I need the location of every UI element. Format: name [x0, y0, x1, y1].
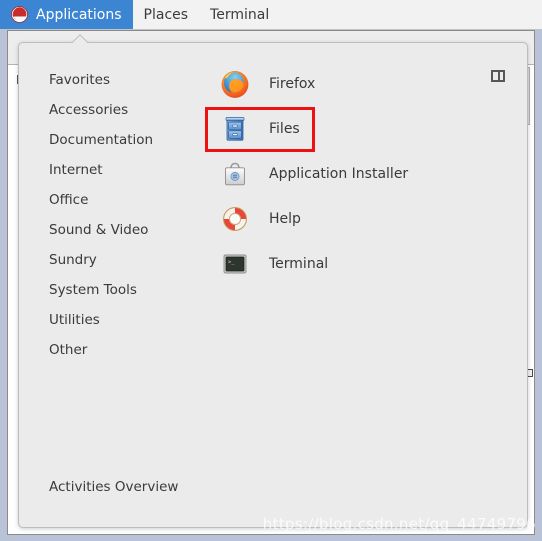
- application-item-firefox-label: Firefox: [269, 75, 316, 92]
- category-item-sound-and-video[interactable]: Sound & Video: [19, 215, 204, 245]
- application-item-terminal-label: Terminal: [269, 255, 329, 272]
- application-item-application-installer-label: Application Installer: [269, 165, 409, 182]
- category-item-sundry[interactable]: Sundry: [19, 245, 204, 275]
- application-item-files-label: Files: [269, 120, 300, 137]
- category-item-internet[interactable]: Internet: [19, 155, 204, 185]
- desktop-screen: F [ Applications Places Terminal: [0, 0, 542, 541]
- window-view-icon-right-pane: [500, 72, 503, 80]
- panel-item-applications[interactable]: Applications: [0, 0, 133, 29]
- application-item-application-installer[interactable]: Application Installer: [204, 151, 527, 196]
- application-item-firefox[interactable]: Firefox: [204, 61, 527, 106]
- application-item-terminal[interactable]: >_ Terminal: [204, 241, 527, 286]
- svg-text:>_: >_: [228, 259, 235, 265]
- window-view-icon[interactable]: [491, 70, 505, 82]
- firefox-icon: [220, 69, 250, 99]
- terminal-icon: >_: [220, 249, 250, 279]
- file-cabinet-icon: [220, 114, 250, 144]
- category-list: Favorites Accessories Documentation Inte…: [19, 43, 204, 527]
- panel-item-applications-label: Applications: [36, 6, 122, 23]
- panel-item-terminal[interactable]: Terminal: [199, 0, 280, 29]
- applications-menu-popup: Favorites Accessories Documentation Inte…: [18, 42, 528, 528]
- popup-body: Favorites Accessories Documentation Inte…: [19, 43, 527, 527]
- window-view-icon-left-pane: [493, 72, 498, 80]
- application-item-help[interactable]: Help: [204, 196, 527, 241]
- application-item-help-label: Help: [269, 210, 301, 227]
- activities-overview-button[interactable]: Activities Overview: [49, 479, 178, 495]
- category-item-favorites[interactable]: Favorites: [19, 65, 204, 95]
- panel-item-terminal-label: Terminal: [210, 6, 270, 23]
- panel-item-places-label: Places: [143, 6, 189, 23]
- category-item-system-tools[interactable]: System Tools: [19, 275, 204, 305]
- category-item-utilities[interactable]: Utilities: [19, 305, 204, 335]
- popup-arrow: [71, 34, 89, 43]
- category-item-office[interactable]: Office: [19, 185, 204, 215]
- shopping-bag-icon: [220, 159, 250, 189]
- redhat-logo-icon: [11, 6, 28, 23]
- application-item-files[interactable]: Files: [204, 106, 527, 151]
- top-panel: Applications Places Terminal: [0, 0, 542, 30]
- life-preserver-icon: [220, 204, 250, 234]
- panel-item-places[interactable]: Places: [133, 0, 200, 29]
- application-list: Firefox Files Application Installer Help…: [204, 43, 527, 527]
- category-item-other[interactable]: Other: [19, 335, 204, 365]
- category-item-accessories[interactable]: Accessories: [19, 95, 204, 125]
- category-item-documentation[interactable]: Documentation: [19, 125, 204, 155]
